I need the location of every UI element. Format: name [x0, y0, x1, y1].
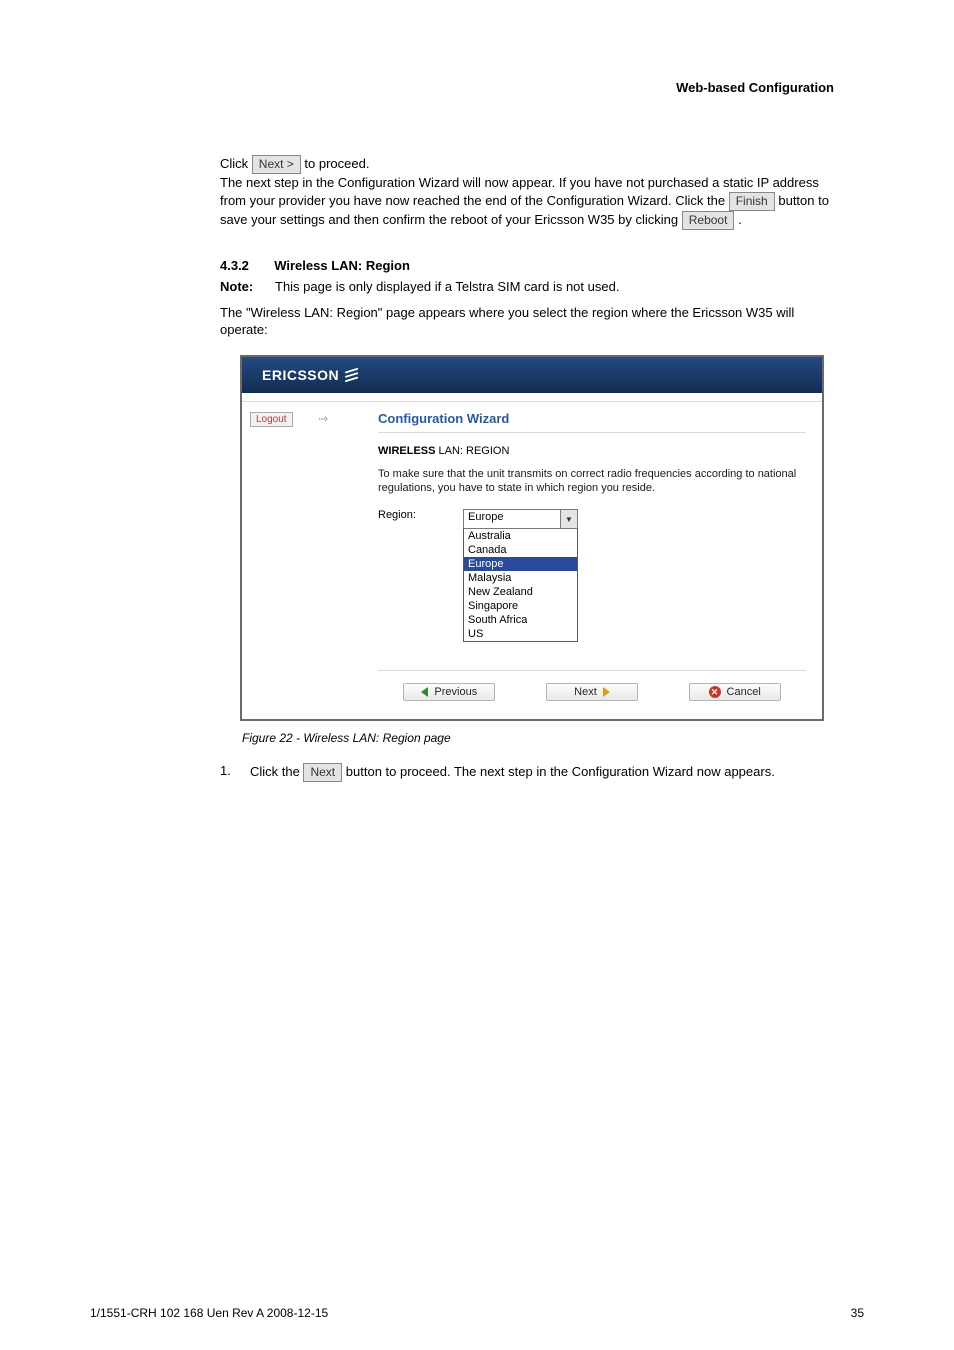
region-label: Region:	[378, 509, 433, 521]
wl-rest: LAN: REGION	[435, 445, 509, 457]
intro-paragraph: Click Next > to proceed. The next step i…	[220, 155, 844, 230]
p1-seg2: to proceed.	[304, 156, 369, 171]
ericsson-logo: ERICSSON	[262, 367, 359, 383]
region-option[interactable]: New Zealand	[464, 585, 577, 599]
heading-title: Wireless LAN: Region	[274, 258, 410, 273]
region-option[interactable]: Singapore	[464, 599, 577, 613]
region-option[interactable]: Canada	[464, 543, 577, 557]
p1-seg5: .	[738, 212, 742, 227]
wizard-figure: ERICSSON Logout ····› Configuration Wiza…	[240, 355, 824, 722]
arrow-left-icon	[421, 687, 428, 697]
next-button-label: Next	[574, 686, 597, 698]
note-box: Note: This page is only displayed if a T…	[220, 279, 844, 294]
cancel-button-label: Cancel	[727, 686, 761, 698]
step-seg1: Click the	[250, 764, 303, 779]
region-option-selected[interactable]: Europe	[464, 557, 577, 571]
step-seg2: button to proceed. The next step in the …	[346, 764, 775, 779]
close-icon: ✕	[709, 686, 721, 698]
arrow-right-icon	[603, 687, 610, 697]
page-section-header: Web-based Configuration	[90, 80, 834, 95]
wizard-description: To make sure that the unit transmits on …	[378, 467, 806, 496]
next-step-inline-button: Next	[303, 763, 342, 782]
chevron-down-icon[interactable]: ▼	[560, 510, 577, 528]
figure-left-pane: Logout ····›	[242, 402, 378, 720]
previous-button[interactable]: Previous	[403, 683, 495, 701]
region-intro-paragraph: The "Wireless LAN: Region" page appears …	[220, 304, 844, 339]
figure-topbar: ERICSSON	[242, 357, 822, 393]
ericsson-waves-icon	[345, 368, 359, 382]
next-inline-button: Next >	[252, 155, 301, 174]
step-number: 1.	[220, 763, 250, 782]
note-text: This page is only displayed if a Telstra…	[275, 279, 844, 294]
note-label: Note:	[220, 279, 275, 294]
step-1: 1. Click the Next button to proceed. The…	[220, 763, 844, 782]
figure-subbar	[242, 393, 822, 402]
reboot-inline-button: Reboot	[682, 211, 735, 230]
breadcrumb-arrow-icon: ····›	[318, 413, 326, 425]
figure-main-pane: Configuration Wizard WIRELESS LAN: REGIO…	[378, 402, 822, 720]
region-row: Region: Europe ▼ Australia Canada Europe…	[378, 509, 806, 642]
figure-caption: Figure 22 - Wireless LAN: Region page	[242, 731, 844, 745]
wizard-section-title: WIRELESS LAN: REGION	[378, 445, 806, 457]
wizard-button-row: Previous Next ✕ Cancel	[378, 670, 806, 701]
heading-number: 4.3.2	[220, 258, 249, 273]
p1-seg1: Click	[220, 156, 252, 171]
ericsson-text: ERICSSON	[262, 367, 339, 383]
footer-right: 35	[851, 1306, 864, 1320]
step-text: Click the Next button to proceed. The ne…	[250, 763, 844, 782]
region-option[interactable]: Malaysia	[464, 571, 577, 585]
region-dropdown-closed[interactable]: Europe ▼	[463, 509, 578, 529]
region-dropdown-list[interactable]: Australia Canada Europe Malaysia New Zea…	[463, 529, 578, 642]
region-selected-value: Europe	[464, 510, 560, 528]
next-button[interactable]: Next	[546, 683, 638, 701]
finish-inline-button: Finish	[729, 192, 775, 211]
subsection-heading: 4.3.2 Wireless LAN: Region	[220, 258, 844, 273]
wl-prefix: WIRELESS	[378, 445, 435, 457]
cancel-button[interactable]: ✕ Cancel	[689, 683, 781, 701]
logout-button[interactable]: Logout	[250, 412, 293, 427]
previous-button-label: Previous	[434, 686, 477, 698]
region-option[interactable]: Australia	[464, 529, 577, 543]
wizard-title: Configuration Wizard	[378, 411, 806, 433]
region-option[interactable]: South Africa	[464, 613, 577, 627]
footer-left: 1/1551-CRH 102 168 Uen Rev A 2008-12-15	[90, 1306, 328, 1320]
region-option[interactable]: US	[464, 627, 577, 641]
region-dropdown[interactable]: Europe ▼ Australia Canada Europe Malaysi…	[463, 509, 578, 642]
page-footer: 1/1551-CRH 102 168 Uen Rev A 2008-12-15 …	[90, 1306, 864, 1320]
